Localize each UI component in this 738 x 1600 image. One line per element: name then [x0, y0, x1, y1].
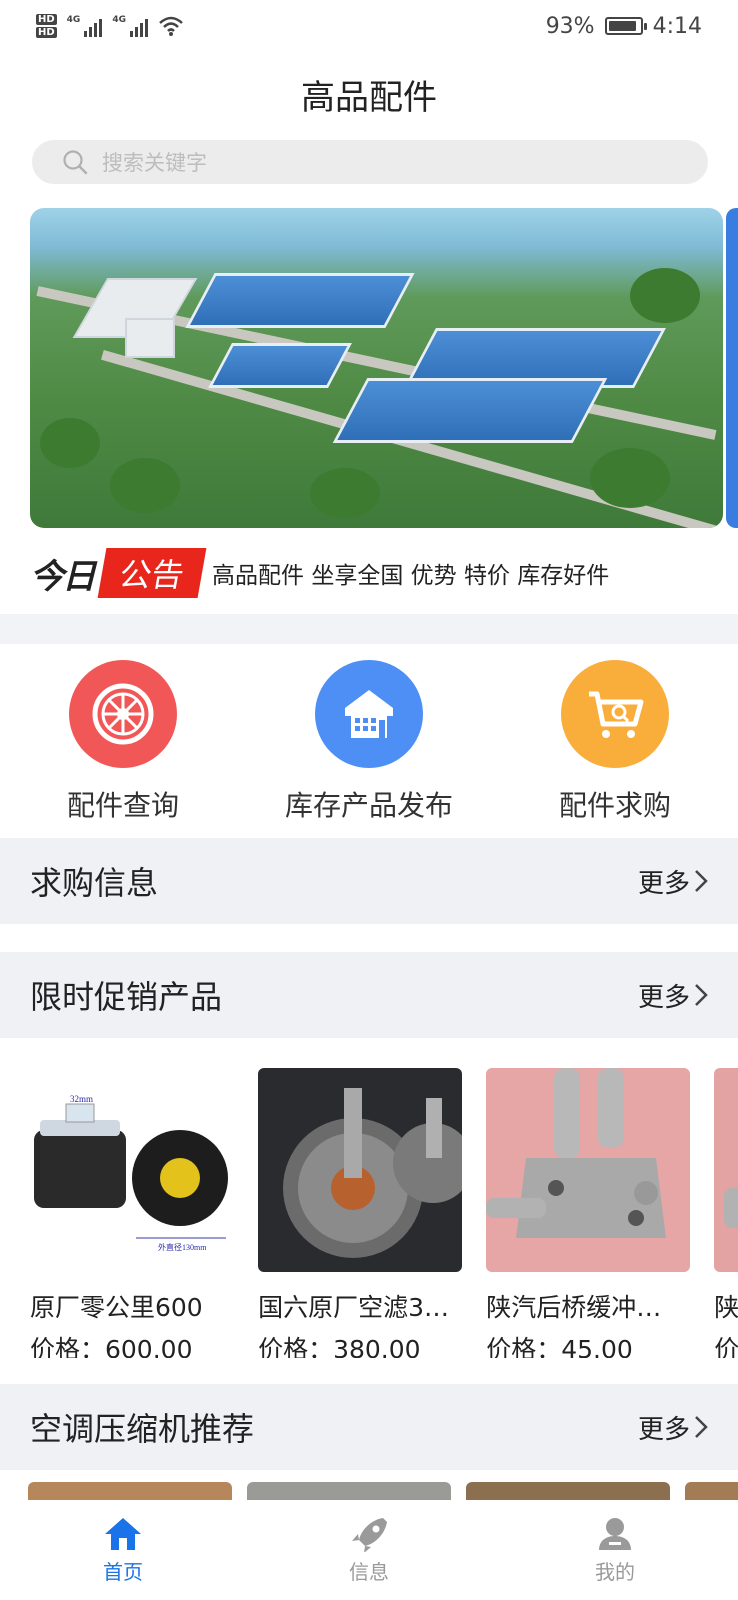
- section-title: 限时促销产品: [30, 978, 223, 1016]
- product-thumbnail[interactable]: [466, 1482, 670, 1500]
- page-title: 高品配件: [301, 78, 437, 118]
- status-bar: HD HD 4G 4G 93% 4:14: [0, 0, 738, 52]
- notice-tag: 公告: [97, 548, 207, 598]
- search-icon: [63, 150, 88, 175]
- product-card[interactable]: 陕汽后桥缓冲… 价格：45.00: [486, 1068, 691, 1358]
- battery-percent: 93%: [545, 13, 595, 39]
- tab-info[interactable]: 信息: [289, 1516, 449, 1585]
- tab-label: 首页: [103, 1559, 143, 1584]
- rocket-icon: [352, 1517, 387, 1552]
- compressor-more-link[interactable]: 更多: [638, 1409, 708, 1446]
- product-card[interactable]: 32mm 外直径130mm 原厂零公里600 价格：600.00: [30, 1068, 234, 1358]
- product-price: 价格: [714, 1335, 738, 1358]
- product-card[interactable]: 国六原厂空滤3… 价格：380.00: [258, 1068, 463, 1358]
- notice-prefix: 今日: [30, 556, 96, 597]
- section-wanted: 求购信息 更多: [0, 838, 738, 924]
- product-price: 价格：600.00: [30, 1335, 193, 1358]
- product-price: 价格：380.00: [258, 1335, 421, 1358]
- chevron-right-icon: [695, 870, 708, 892]
- section-title: 空调压缩机推荐: [30, 1410, 255, 1448]
- more-label: 更多: [637, 982, 690, 1013]
- product-price: 价格：45.00: [486, 1335, 633, 1358]
- product-thumbnail[interactable]: [685, 1482, 738, 1500]
- product-name: 陕汽: [714, 1293, 738, 1322]
- product-name: 陕汽后桥缓冲…: [486, 1293, 662, 1322]
- tab-label: 我的: [595, 1559, 635, 1584]
- tab-label: 信息: [349, 1559, 389, 1584]
- feature-label: 库存产品发布: [284, 789, 453, 822]
- more-label: 更多: [637, 868, 690, 899]
- search-input[interactable]: 搜索关键字: [32, 140, 708, 184]
- product-name: 国六原厂空滤3…: [258, 1293, 450, 1322]
- chevron-right-icon: [695, 1416, 708, 1438]
- product-card[interactable]: 陕汽 价格: [714, 1068, 738, 1358]
- hd-icon: HD HD: [36, 14, 57, 38]
- dimension-label-32mm: 32mm: [70, 1094, 93, 1104]
- section-promo: 限时促销产品 更多: [0, 952, 738, 1038]
- inventory-publish-button[interactable]: 库存产品发布: [259, 660, 479, 830]
- parts-query-button[interactable]: 配件查询: [13, 660, 233, 830]
- network-type-2: 4G: [112, 15, 126, 25]
- warehouse-icon: [315, 660, 423, 768]
- next-banner-peek: [726, 208, 738, 528]
- product-image: [714, 1068, 738, 1272]
- more-label: 更多: [637, 1414, 690, 1445]
- home-icon: [105, 1517, 141, 1550]
- section-compressor: 空调压缩机推荐 更多: [0, 1384, 738, 1470]
- status-right: 93% 4:14: [546, 14, 702, 39]
- notice-text: 高品配件 坐享全国 优势 特价 库存好件: [212, 563, 610, 589]
- feature-label: 配件求购: [558, 789, 671, 822]
- network-type-1: 4G: [66, 15, 81, 25]
- product-image: [486, 1068, 691, 1272]
- dimension-label-130mm: 外直径130mm: [158, 1242, 207, 1252]
- promo-product-list: 32mm 外直径130mm 原厂零公里600 价格：600.00 国六原厂空滤3…: [30, 1068, 738, 1358]
- divider: [0, 614, 738, 644]
- product-thumbnail[interactable]: [28, 1482, 232, 1500]
- feature-grid: 配件查询 库存产品发布 配件求购: [0, 660, 738, 830]
- clock: 4:14: [652, 13, 702, 39]
- chevron-right-icon: [695, 984, 708, 1006]
- banner-image[interactable]: [30, 208, 723, 528]
- status-left: HD HD 4G 4G: [36, 13, 184, 39]
- wanted-more-link[interactable]: 更多: [638, 863, 708, 900]
- product-thumbnail[interactable]: [247, 1482, 451, 1500]
- parts-purchase-button[interactable]: 配件求购: [505, 660, 725, 830]
- wifi-icon: [159, 16, 183, 36]
- announcement-bar[interactable]: 今日 公告 高品配件 坐享全国 优势 特价 库存好件: [30, 548, 720, 598]
- tab-mine[interactable]: 我的: [535, 1516, 695, 1585]
- promo-more-link[interactable]: 更多: [638, 977, 708, 1014]
- feature-label: 配件查询: [66, 789, 179, 822]
- signal-icon: 4G: [67, 15, 103, 37]
- wheel-icon: [69, 660, 177, 768]
- search-placeholder: 搜索关键字: [102, 151, 207, 175]
- product-image: [258, 1068, 463, 1272]
- product-name: 原厂零公里600: [30, 1293, 203, 1322]
- user-icon: [599, 1517, 631, 1550]
- tab-home[interactable]: 首页: [43, 1516, 203, 1585]
- compressor-product-list: [28, 1482, 738, 1500]
- product-image: 32mm 外直径130mm: [30, 1068, 234, 1272]
- signal-icon: 4G: [112, 15, 148, 37]
- section-title: 求购信息: [30, 864, 159, 902]
- battery-icon: [604, 17, 647, 35]
- bottom-tab-bar: 首页 信息 我的: [0, 1500, 738, 1600]
- cart-icon: [561, 660, 669, 768]
